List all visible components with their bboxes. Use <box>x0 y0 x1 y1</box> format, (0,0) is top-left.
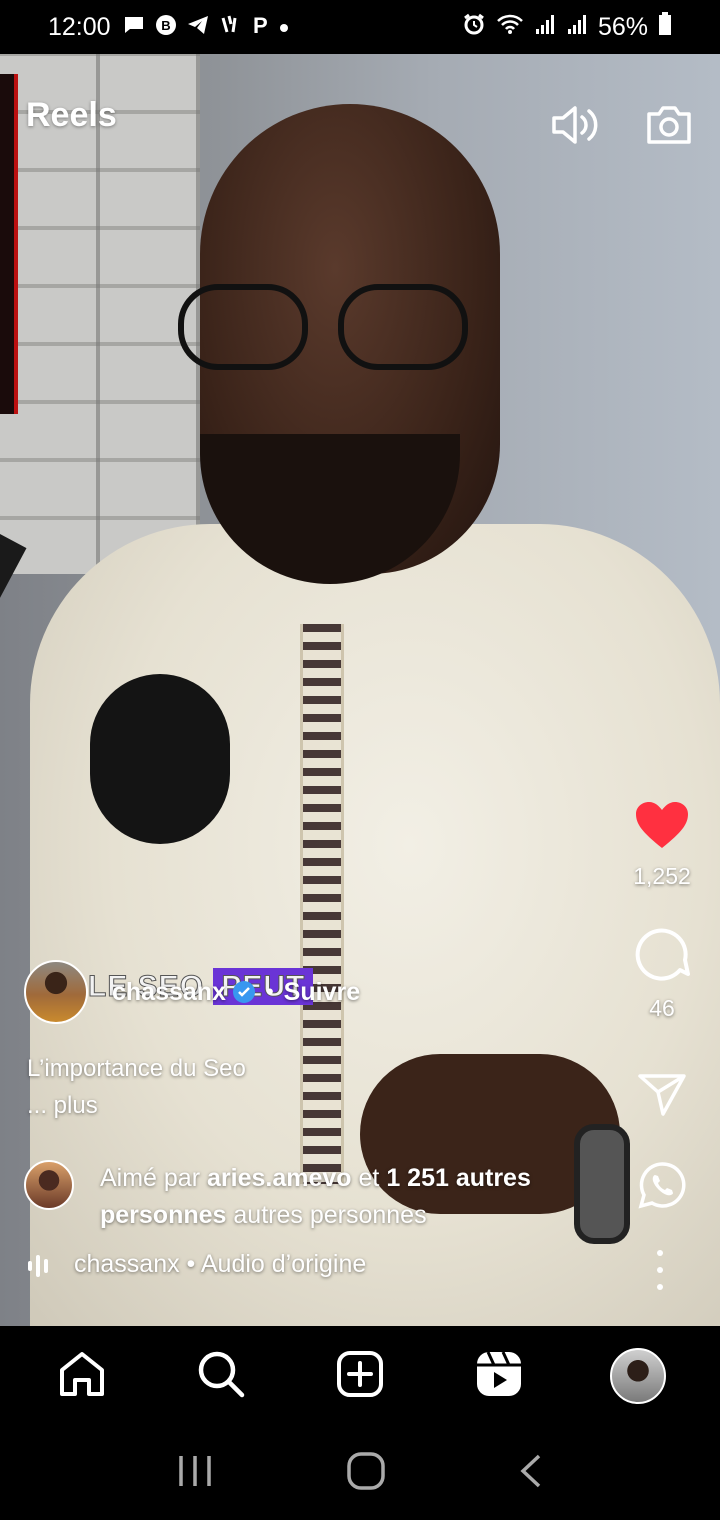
robe-embroidery <box>300 624 344 1184</box>
search-icon <box>196 1349 246 1404</box>
volume-button[interactable] <box>546 98 604 156</box>
home-circle-icon[interactable] <box>346 1451 386 1496</box>
b-circle-icon: B <box>155 14 177 40</box>
svg-text:B: B <box>161 18 170 33</box>
liked-by-suffix: autres personnes <box>233 1201 427 1229</box>
follow-button[interactable]: Suivre <box>284 978 360 1007</box>
whatsapp-group <box>622 1160 702 1215</box>
notification-icons: B P <box>123 13 289 40</box>
battery-icon <box>658 11 672 43</box>
nav-reels[interactable] <box>467 1344 531 1408</box>
liked-by-count[interactable]: 1 251 autres <box>386 1164 531 1192</box>
p-icon: P <box>251 13 269 40</box>
like-count: 1,252 <box>633 863 691 889</box>
separator-dot: • <box>265 979 274 1004</box>
comment-count: 46 <box>649 995 675 1021</box>
audio-label: chassanx • Audio d’origine <box>74 1250 367 1278</box>
message-icon <box>123 15 145 39</box>
caption[interactable]: L’importance du Seo ... plus <box>27 1050 246 1124</box>
more-dot <box>657 1250 663 1256</box>
caption-text: L’importance du Seo <box>27 1055 246 1082</box>
reel-video[interactable] <box>0 54 720 1326</box>
liker-avatar <box>24 1160 74 1210</box>
caption-more-link[interactable]: ... plus <box>27 1087 246 1124</box>
verified-badge-icon <box>232 980 256 1004</box>
audio-row[interactable]: chassanx • Audio d’origine <box>26 1250 366 1279</box>
bottom-navigation <box>0 1326 720 1426</box>
liked-by-count-suffix[interactable]: personnes <box>100 1201 226 1229</box>
whatsapp-icon[interactable] <box>637 1160 687 1215</box>
telegram-icon <box>187 15 209 39</box>
more-options-button[interactable] <box>650 1250 670 1290</box>
liked-by-prefix: Aimé par <box>100 1164 201 1192</box>
share-group <box>622 1072 702 1123</box>
nav-search[interactable] <box>189 1344 253 1408</box>
alarm-icon <box>462 12 486 43</box>
more-dot <box>657 1284 663 1290</box>
author-avatar[interactable] <box>24 960 88 1024</box>
author-row: chassanx • Suivre <box>24 960 360 1024</box>
background-monitor <box>0 74 18 414</box>
vibration-icon <box>219 14 241 40</box>
signal-icon <box>566 13 588 42</box>
create-icon <box>336 1350 384 1403</box>
system-status-icons: 56% <box>462 11 672 43</box>
more-dot <box>657 1267 663 1273</box>
camera-button[interactable] <box>640 98 698 156</box>
microphone <box>90 674 230 844</box>
speaker-glasses <box>178 284 478 374</box>
audio-bars-icon <box>26 1251 54 1279</box>
liked-by-text: Aimé par aries.amevo et 1 251 autres per… <box>100 1160 580 1234</box>
liked-by-conjunction: et <box>358 1164 380 1192</box>
home-icon <box>57 1350 107 1403</box>
liked-by-row[interactable]: Aimé par aries.amevo et 1 251 autres per… <box>24 1160 580 1234</box>
volume-icon <box>548 101 602 154</box>
nav-home[interactable] <box>50 1344 114 1408</box>
status-time: 12:00 <box>48 12 111 41</box>
liked-by-user[interactable]: aries.amevo <box>207 1164 352 1192</box>
status-bar: 12:00 B P 56% <box>0 0 720 54</box>
wifi-icon <box>496 13 524 42</box>
mic-arm <box>0 519 27 919</box>
like-group: 1,252 <box>622 800 702 890</box>
nav-profile[interactable] <box>606 1344 670 1408</box>
signal-icon <box>534 13 556 42</box>
profile-avatar <box>610 1348 667 1404</box>
camera-icon <box>644 102 694 153</box>
system-navigation <box>0 1426 720 1520</box>
svg-text:P: P <box>253 14 268 36</box>
back-icon[interactable] <box>519 1453 543 1494</box>
comment-icon[interactable] <box>634 926 690 987</box>
comment-group: 46 <box>622 926 702 1022</box>
battery-percentage: 56% <box>597 12 648 41</box>
page-title: Reels <box>26 96 117 134</box>
recents-icon[interactable] <box>177 1454 213 1493</box>
author-username[interactable]: chassanx <box>112 978 226 1007</box>
dot-icon <box>279 17 289 37</box>
heart-icon[interactable] <box>634 800 690 855</box>
nav-create[interactable] <box>328 1344 392 1408</box>
reels-icon <box>475 1350 523 1403</box>
send-icon[interactable] <box>637 1072 687 1123</box>
